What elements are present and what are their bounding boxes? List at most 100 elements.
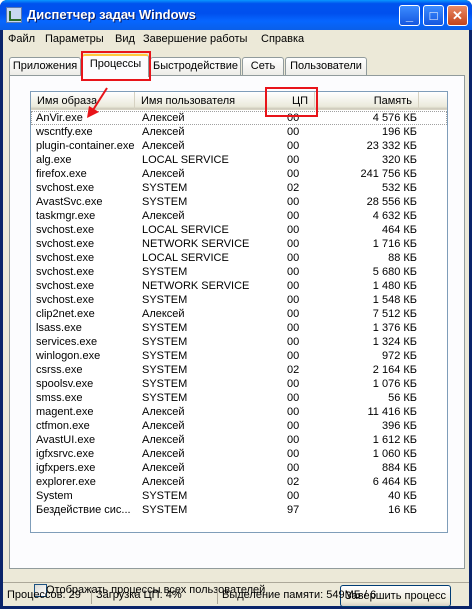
menu-help[interactable]: Справка [261, 33, 304, 45]
process-name: explorer.exe [36, 476, 96, 488]
process-memory: 56 КБ [388, 392, 417, 404]
table-row[interactable]: svchost.exe LOCAL SERVICE 00 464 КБ [31, 223, 447, 237]
process-memory: 16 КБ [388, 504, 417, 516]
table-row[interactable]: Бездействие сис... SYSTEM 97 16 КБ [31, 503, 447, 517]
process-name: svchost.exe [36, 238, 95, 250]
window-body: Файл Параметры Вид Завершение работы Спр… [3, 30, 469, 607]
tab-performance[interactable]: Быстродействие [150, 57, 241, 76]
process-name: smss.exe [36, 392, 83, 404]
column-memory[interactable]: Память [315, 92, 419, 110]
process-memory: 11 416 КБ [367, 406, 417, 418]
process-memory: 88 КБ [388, 252, 417, 264]
process-user: SYSTEM [142, 504, 188, 516]
process-user: SYSTEM [142, 378, 188, 390]
table-row[interactable]: svchost.exe NETWORK SERVICE 00 1 480 КБ [31, 279, 447, 293]
table-row[interactable]: winlogon.exe SYSTEM 00 972 КБ [31, 349, 447, 363]
table-row[interactable]: csrss.exe SYSTEM 02 2 164 КБ [31, 363, 447, 377]
table-row[interactable]: spoolsv.exe SYSTEM 00 1 076 КБ [31, 377, 447, 391]
annotation-box-processes-tab [81, 51, 151, 81]
process-name: magent.exe [36, 406, 94, 418]
process-memory: 1 324 КБ [372, 336, 417, 348]
task-manager-icon [6, 7, 22, 23]
process-user: NETWORK SERVICE [142, 280, 250, 292]
minimize-button[interactable]: _ [399, 5, 420, 26]
process-user: Алексей [142, 476, 185, 488]
process-memory: 1 548 КБ [372, 294, 417, 306]
process-name: winlogon.exe [36, 350, 101, 362]
tab-users[interactable]: Пользователи [285, 57, 367, 76]
table-row[interactable]: magent.exe Алексей 00 11 416 КБ [31, 405, 447, 419]
tab-applications[interactable]: Приложения [9, 57, 81, 76]
table-row[interactable]: services.exe SYSTEM 00 1 324 КБ [31, 335, 447, 349]
table-row[interactable]: taskmgr.exe Алексей 00 4 632 КБ [31, 209, 447, 223]
process-name: alg.exe [36, 154, 72, 166]
process-user: Алексей [142, 168, 185, 180]
process-user: Алексей [142, 406, 185, 418]
process-memory: 2 164 КБ [372, 364, 417, 376]
titlebar[interactable]: Диспетчер задач Windows _ □ ✕ [0, 0, 472, 30]
table-row[interactable]: smss.exe SYSTEM 00 56 КБ [31, 391, 447, 405]
close-button[interactable]: ✕ [447, 5, 468, 26]
annotation-box-cpu-column [265, 87, 318, 117]
table-row[interactable]: explorer.exe Алексей 02 6 464 КБ [31, 475, 447, 489]
table-row[interactable]: System SYSTEM 00 40 КБ [31, 489, 447, 503]
process-user: SYSTEM [142, 490, 188, 502]
process-user: LOCAL SERVICE [142, 252, 229, 264]
process-user: Алексей [142, 448, 185, 460]
table-row[interactable]: lsass.exe SYSTEM 00 1 376 КБ [31, 321, 447, 335]
menu-view[interactable]: Вид [115, 33, 135, 45]
process-memory: 1 480 КБ [372, 280, 417, 292]
table-row[interactable]: svchost.exe SYSTEM 00 5 680 КБ [31, 265, 447, 279]
process-user: LOCAL SERVICE [142, 224, 229, 236]
table-row[interactable]: firefox.exe Алексей 00 241 756 КБ [31, 167, 447, 181]
menu-file[interactable]: Файл [8, 33, 35, 45]
process-user: SYSTEM [142, 266, 188, 278]
process-name: csrss.exe [36, 364, 83, 376]
process-memory: 4 632 КБ [372, 210, 417, 222]
table-row[interactable]: igfxpers.exe Алексей 00 884 КБ [31, 461, 447, 475]
process-memory: 1 060 КБ [372, 448, 417, 460]
table-row[interactable]: igfxsrvc.exe Алексей 00 1 060 КБ [31, 447, 447, 461]
tab-strip: Приложения Процессы Быстродействие Сеть … [3, 54, 469, 77]
process-name: svchost.exe [36, 252, 95, 264]
table-row[interactable]: svchost.exe LOCAL SERVICE 00 88 КБ [31, 251, 447, 265]
process-user: SYSTEM [142, 336, 188, 348]
table-row[interactable]: svchost.exe NETWORK SERVICE 00 1 716 КБ [31, 237, 447, 251]
table-row[interactable]: svchost.exe SYSTEM 00 1 548 КБ [31, 293, 447, 307]
process-user: SYSTEM [142, 322, 188, 334]
process-name: svchost.exe [36, 182, 95, 194]
menu-options[interactable]: Параметры [45, 33, 104, 45]
table-row[interactable]: clip2net.exe Алексей 00 7 512 КБ [31, 307, 447, 321]
table-row[interactable]: svchost.exe SYSTEM 02 532 КБ [31, 181, 447, 195]
process-name: igfxpers.exe [36, 462, 96, 474]
process-name: svchost.exe [36, 224, 95, 236]
table-row[interactable]: plugin-container.exe Алексей 00 23 332 КБ [31, 139, 447, 153]
annotation-arrow-icon [87, 87, 108, 118]
status-cpu-usage: Загрузка ЦП: 4% [91, 588, 213, 604]
process-memory: 1 076 КБ [372, 378, 417, 390]
process-user: Алексей [142, 112, 185, 124]
process-name: Бездействие сис... [36, 504, 131, 516]
maximize-button[interactable]: □ [423, 5, 444, 26]
table-row[interactable]: AvastUI.exe Алексей 00 1 612 КБ [31, 433, 447, 447]
menu-bar: Файл Параметры Вид Завершение работы Спр… [3, 30, 469, 50]
process-user: Алексей [142, 140, 185, 152]
process-memory: 7 512 КБ [372, 308, 417, 320]
column-image-name[interactable]: Имя образа [31, 92, 135, 110]
table-row[interactable]: ctfmon.exe Алексей 00 396 КБ [31, 419, 447, 433]
column-user-name[interactable]: Имя пользователя [135, 92, 267, 110]
table-row[interactable]: alg.exe LOCAL SERVICE 00 320 КБ [31, 153, 447, 167]
process-memory: 6 464 КБ [372, 476, 417, 488]
process-name: AvastUI.exe [36, 434, 96, 446]
menu-shutdown[interactable]: Завершение работы [143, 33, 247, 45]
table-row[interactable]: wscntfy.exe Алексей 00 196 КБ [31, 125, 447, 139]
process-list[interactable]: Имя образа Имя пользователя ЦП Память An… [30, 91, 448, 533]
process-name: svchost.exe [36, 280, 95, 292]
tab-network[interactable]: Сеть [242, 57, 284, 76]
process-memory: 396 КБ [381, 420, 417, 432]
process-name: plugin-container.exe [36, 140, 135, 152]
process-user: SYSTEM [142, 364, 188, 376]
status-commit-charge: Выделение памяти: 549МБ / 6 [217, 588, 469, 604]
process-user: Алексей [142, 420, 185, 432]
table-row[interactable]: AvastSvc.exe SYSTEM 00 28 556 КБ [31, 195, 447, 209]
